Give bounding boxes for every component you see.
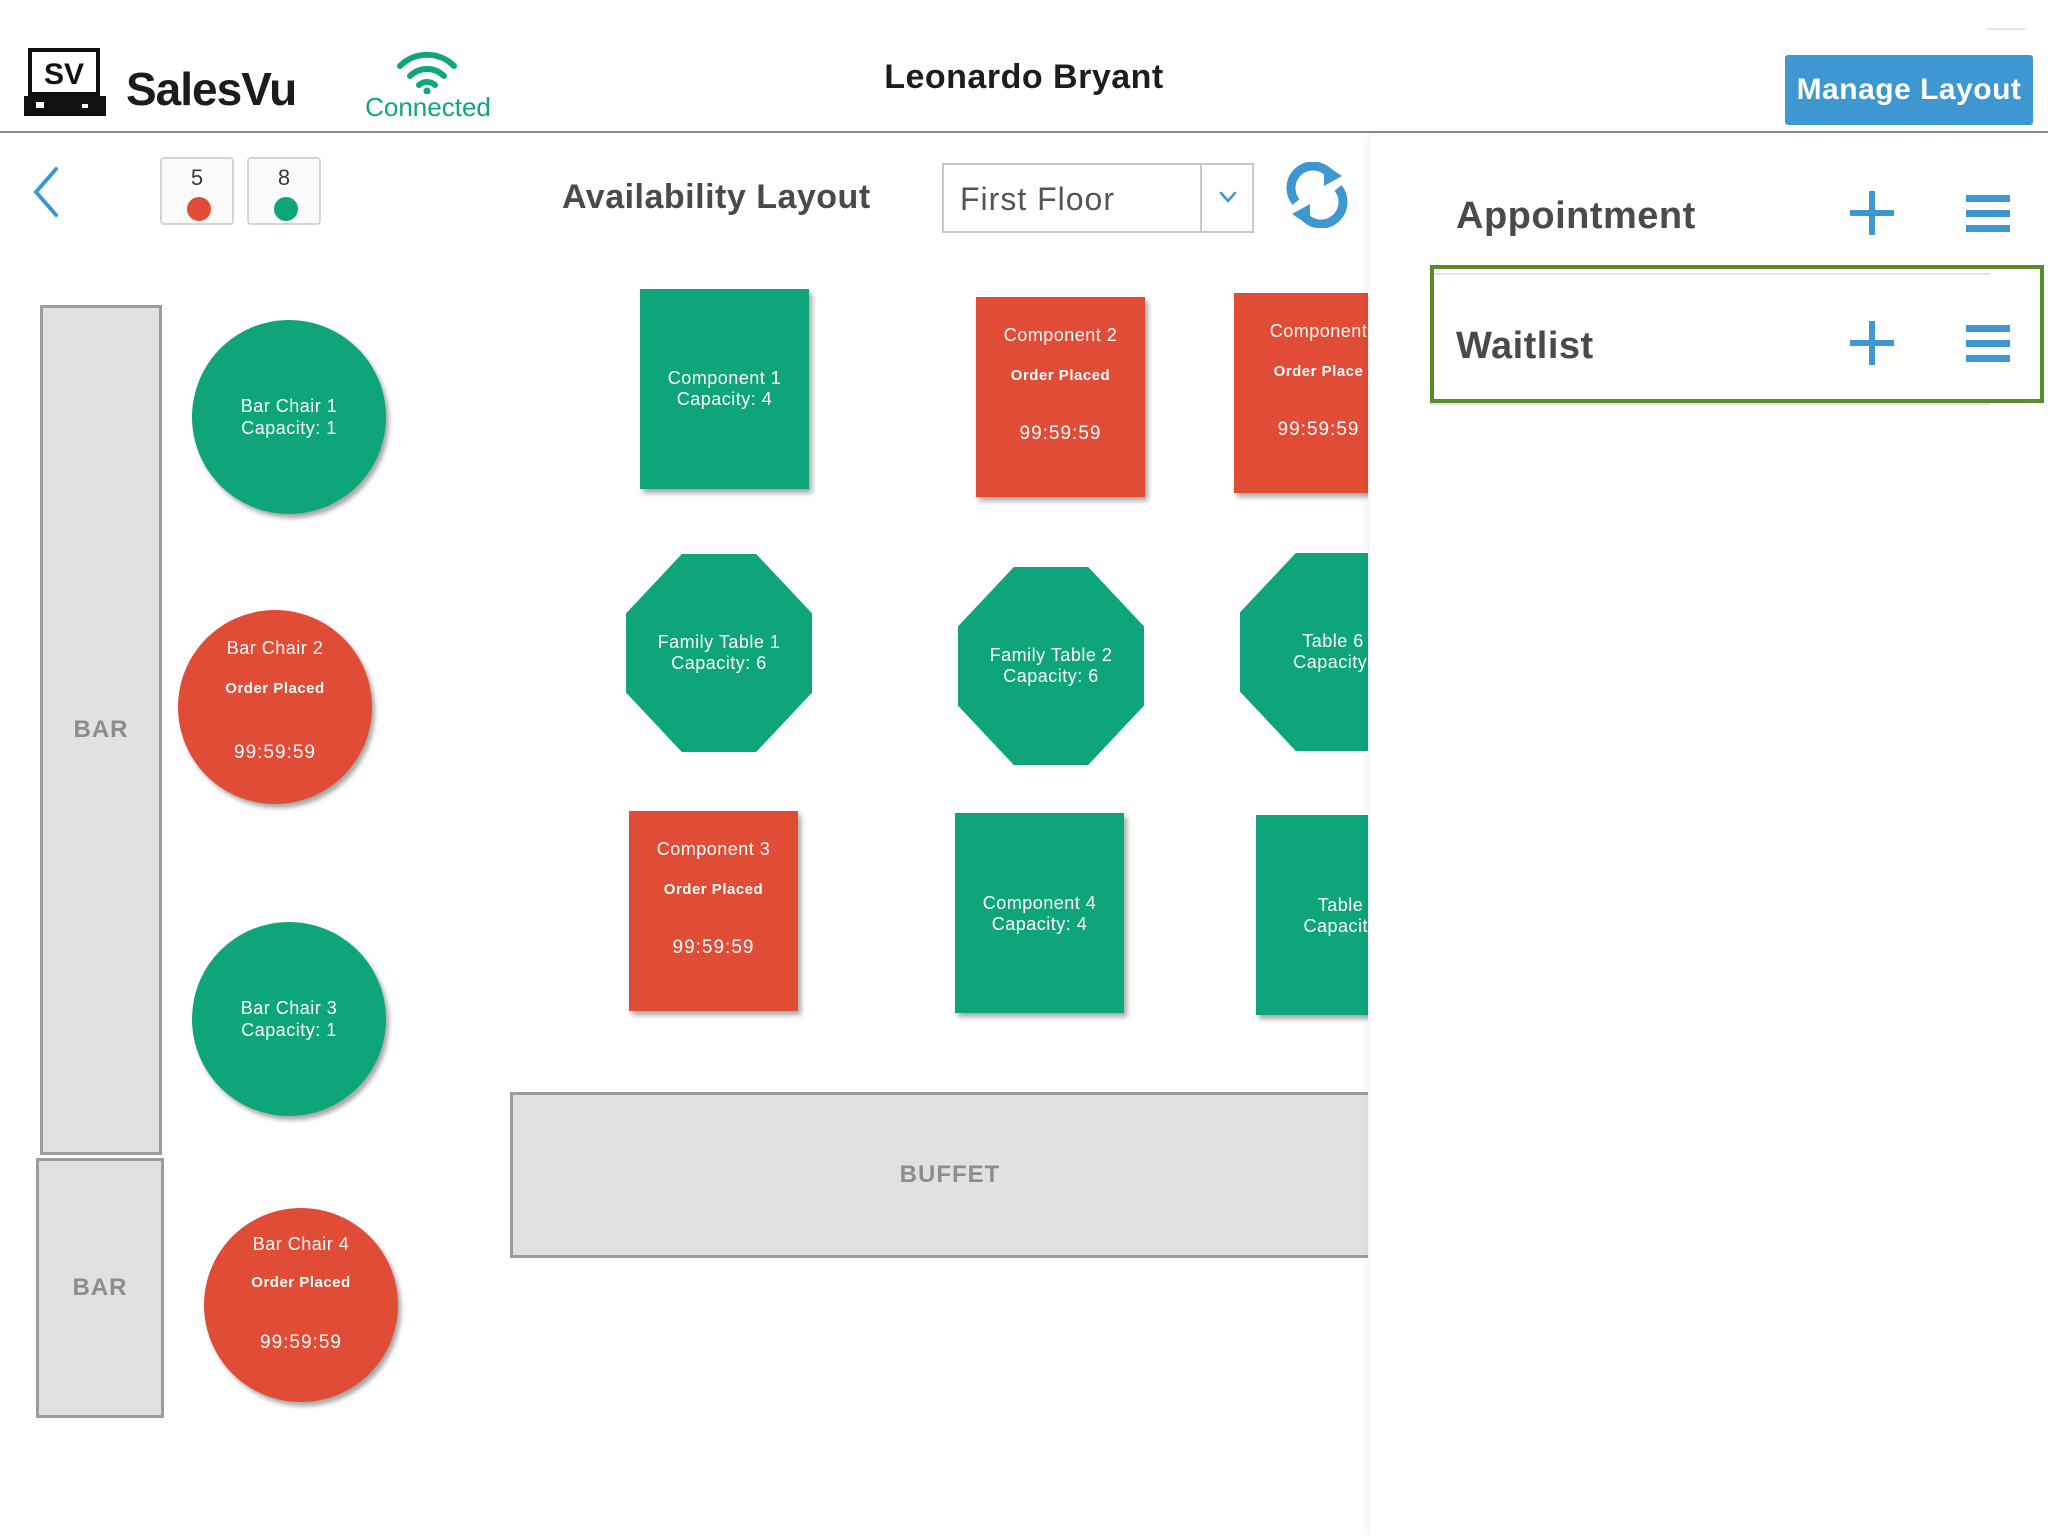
table-capacity: Capacity [1303,916,1368,936]
table-timer: 99:59:59 [260,1332,342,1353]
table-bar-chair-3[interactable]: Bar Chair 3 Capacity: 1 [192,922,386,1116]
divider [1430,403,1990,405]
table-component-4[interactable]: Component 4 Capacity: 4 [955,813,1124,1013]
table-capacity: Capacity: 6 [671,653,767,673]
floor-select[interactable]: First Floor [942,163,1254,233]
occupied-count: 5 [190,165,204,190]
occupied-dot-icon [187,197,211,221]
table-capacity: Capacity: 1 [241,418,337,438]
table-name: Bar Chair 4 [252,1234,350,1254]
occupied-count-badge: 5 [160,157,234,225]
table-capacity: Capacity: 6 [1003,666,1099,686]
logo-text: SV [44,58,84,91]
user-name: Leonardo Bryant [884,58,1164,96]
table-bar-chair-4[interactable]: Bar Chair 4 Order Placed 99:59:59 [204,1208,398,1402]
salesvu-logo-icon: SV [24,48,106,116]
select-divider [1200,165,1202,231]
table-name: Table 6 [1302,631,1364,651]
table-component-1[interactable]: Component 1 Capacity: 4 [640,289,809,489]
side-panel: Appointment Waitlist [1370,135,2048,1536]
table-timer: 99:59:59 [672,937,755,958]
bar-counter-2: BAR [36,1158,164,1418]
table-name: Component 4 [982,893,1097,913]
table-bar-chair-1[interactable]: Bar Chair 1 Capacity: 1 [192,320,386,514]
table-family-table-1[interactable]: Family Table 1 Capacity: 6 [626,554,812,752]
table-capacity: Capacity: 4 [991,914,1088,934]
back-chevron-icon[interactable] [30,163,70,221]
table-capacity: Capacity: [1293,652,1368,672]
table-name: Component [1269,321,1368,341]
table-bar-chair-2[interactable]: Bar Chair 2 Order Placed 99:59:59 [178,610,372,804]
floor-select-value: First Floor [960,181,1115,217]
app-header: SV SalesVu Connected Leonardo Bryant Man… [0,0,2048,133]
table-status: Order Placed [225,680,325,697]
bar-counter-1: BAR [40,305,162,1155]
table-timer: 99:59:59 [1277,419,1360,440]
table-name: Table [1317,895,1364,915]
table-name: Component 3 [656,839,771,859]
add-appointment-plus-icon[interactable] [1850,191,1894,235]
table-status: Order Place [1273,363,1364,380]
table-status: Order Placed [251,1274,351,1291]
table-component-2[interactable]: Component 2 Order Placed 99:59:59 [976,297,1145,497]
table-name: Bar Chair 3 [240,998,338,1018]
table-name: Bar Chair 1 [240,396,338,416]
layout-title: Availability Layout [562,178,871,216]
table-component-3[interactable]: Component 3 Order Placed 99:59:59 [629,811,798,1011]
table-table-partial[interactable]: Table Capacity [1256,815,1368,1015]
refresh-icon[interactable] [1284,162,1350,228]
table-table-6[interactable]: Table 6 Capacity: [1240,553,1368,751]
floor-plan-canvas: BAR BAR Bar Chair 1 Capacity: 1 Bar Chai… [0,240,1368,1536]
appointment-row: Appointment [1370,155,2048,275]
table-family-table-2[interactable]: Family Table 2 Capacity: 6 [958,567,1144,765]
divider [1986,28,2026,30]
table-name: Bar Chair 2 [226,638,324,658]
buffet-area: BUFFET [510,1092,1368,1258]
wifi-icon [397,51,457,94]
table-name: Component 1 [667,368,782,388]
appointment-menu-icon[interactable] [1966,195,2010,233]
chevron-down-icon [1219,191,1237,203]
connection-status: Connected [365,92,491,122]
available-count: 8 [277,165,291,190]
table-name: Family Table 1 [657,632,781,652]
manage-layout-button[interactable]: Manage Layout [1785,55,2033,125]
waitlist-selection-highlight [1430,265,2044,403]
appointment-label: Appointment [1456,195,1696,237]
table-component-partial[interactable]: Component Order Place 99:59:59 [1234,293,1368,493]
table-capacity: Capacity: 4 [676,389,773,409]
table-status: Order Placed [1010,367,1111,384]
available-count-badge: 8 [247,157,321,225]
table-timer: 99:59:59 [234,742,316,763]
available-dot-icon [274,197,298,221]
table-capacity: Capacity: 1 [241,1020,337,1040]
table-name: Family Table 2 [989,645,1113,665]
table-timer: 99:59:59 [1019,423,1102,444]
table-name: Component 2 [1003,325,1118,345]
brand-name: SalesVu [126,63,297,115]
table-status: Order Placed [663,881,764,898]
